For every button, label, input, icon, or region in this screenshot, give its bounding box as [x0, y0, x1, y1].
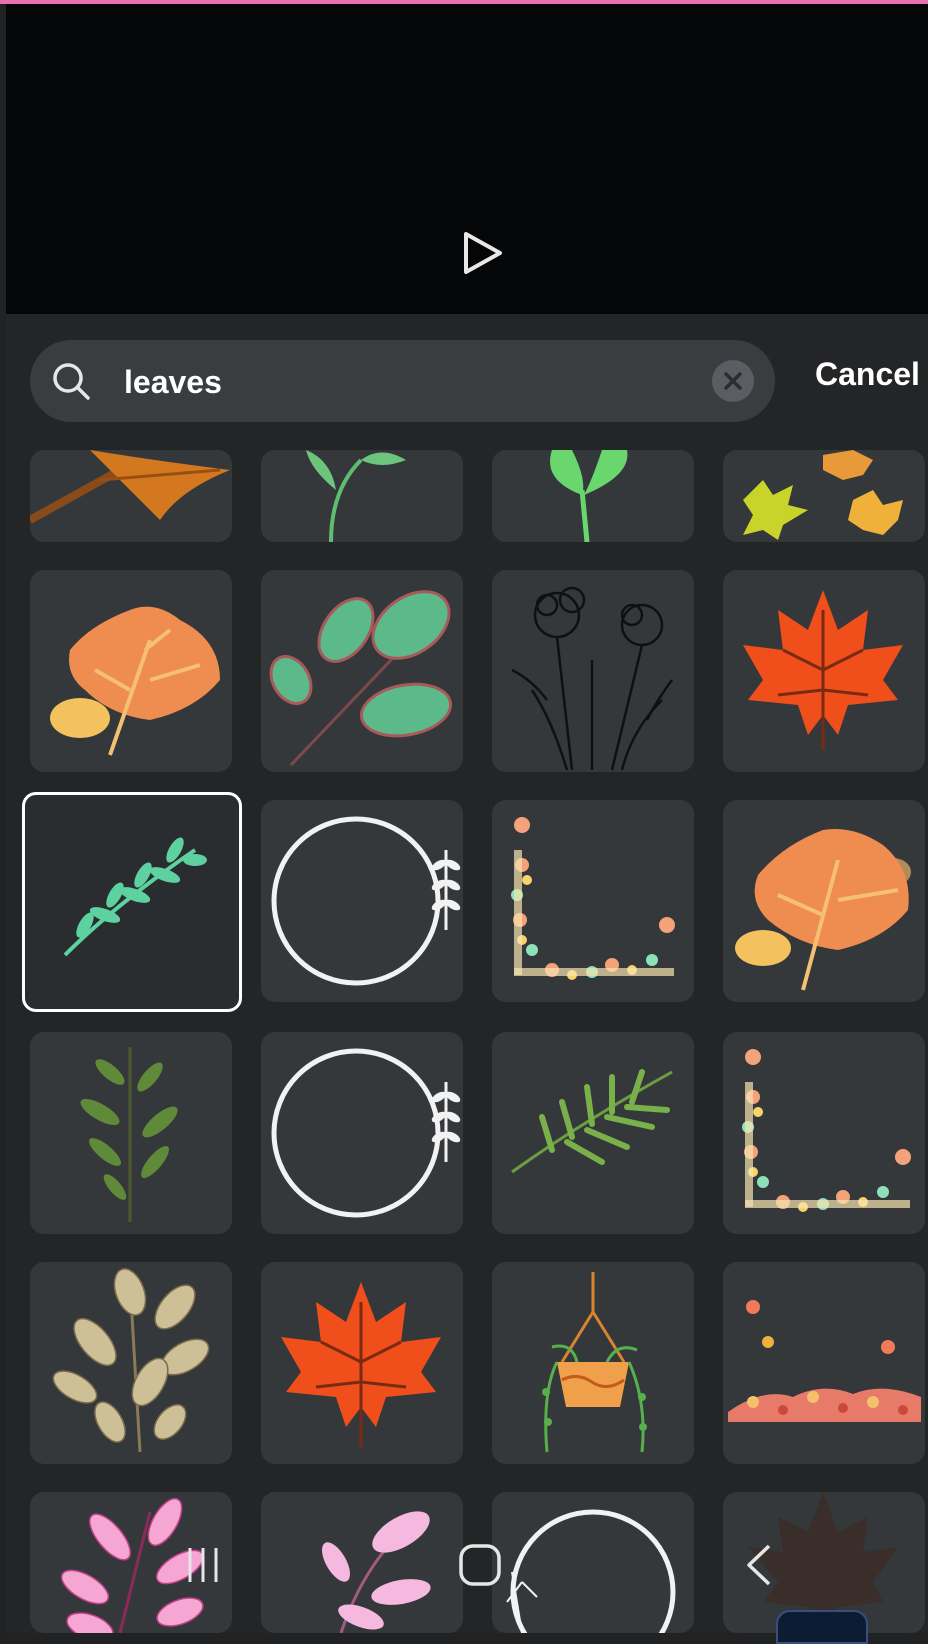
sticker-maple-leaves-yellow[interactable]	[723, 450, 925, 542]
plant-pot-icon	[542, 1272, 647, 1453]
cancel-button[interactable]: Cancel	[815, 356, 920, 393]
flower-icon	[511, 586, 674, 771]
leaf-icon	[30, 450, 230, 524]
maple-leaf-icon	[743, 450, 903, 540]
branch-icon	[269, 590, 453, 767]
sticker-autumn-leaves-border[interactable]	[723, 1262, 925, 1464]
sticker-green-leaf-stem[interactable]	[492, 450, 694, 542]
sticker-green-branch-leaves[interactable]	[261, 570, 463, 772]
maple-leaf-icon	[743, 590, 903, 750]
circle-frame-icon	[271, 816, 461, 986]
back-icon[interactable]	[735, 1540, 785, 1590]
sticker-orange-autumn-leaf-2[interactable]	[723, 800, 925, 1002]
floral-frame-icon	[742, 1049, 911, 1212]
clear-search-button[interactable]	[712, 360, 754, 402]
search-input[interactable]	[122, 340, 686, 424]
sticker-red-maple-leaf[interactable]	[723, 570, 925, 772]
sticker-circle-frame-leaves[interactable]	[261, 800, 463, 1002]
sticker-hanging-plant-pot[interactable]	[492, 1262, 694, 1464]
video-preview[interactable]	[6, 4, 928, 314]
leaf-icon	[735, 829, 911, 991]
branch-icon	[511, 1069, 673, 1174]
sticker-floral-corner-frame[interactable]	[492, 800, 694, 1002]
play-icon[interactable]	[458, 228, 508, 278]
leaf-icon	[306, 450, 406, 542]
twig-icon	[63, 837, 207, 957]
sticker-green-twig[interactable]	[22, 792, 242, 1012]
floral-frame-icon	[511, 817, 675, 980]
sticker-palm-branch[interactable]	[492, 1032, 694, 1234]
sticker-circle-frame-leaves-2[interactable]	[261, 1032, 463, 1234]
recent-apps-icon[interactable]	[178, 1540, 228, 1590]
sticker-autumn-leaf-orange[interactable]	[30, 450, 232, 542]
sticker-floral-corner-frame-2[interactable]	[723, 1032, 925, 1234]
branch-icon	[80, 1047, 178, 1222]
sticker-red-maple-leaf-2[interactable]	[261, 1262, 463, 1464]
branch-icon	[52, 1268, 210, 1453]
sticker-orange-autumn-leaf[interactable]	[30, 570, 232, 772]
circle-frame-icon	[271, 1048, 461, 1218]
sticker-beige-leaves-branch[interactable]	[30, 1262, 232, 1464]
close-icon	[724, 372, 742, 390]
leaves-border-icon	[728, 1300, 921, 1422]
search-icon	[53, 363, 90, 400]
floating-bubble[interactable]	[776, 1610, 868, 1644]
maple-leaf-icon	[281, 1282, 441, 1447]
sticker-line-art-flowers[interactable]	[492, 570, 694, 772]
leaf-icon	[550, 450, 628, 542]
search-bar[interactable]	[30, 340, 775, 424]
sticker-green-sprout[interactable]	[261, 450, 463, 542]
sticker-watercolor-green-branch[interactable]	[30, 1032, 232, 1234]
leaf-icon	[50, 606, 220, 756]
home-icon[interactable]	[455, 1540, 505, 1590]
